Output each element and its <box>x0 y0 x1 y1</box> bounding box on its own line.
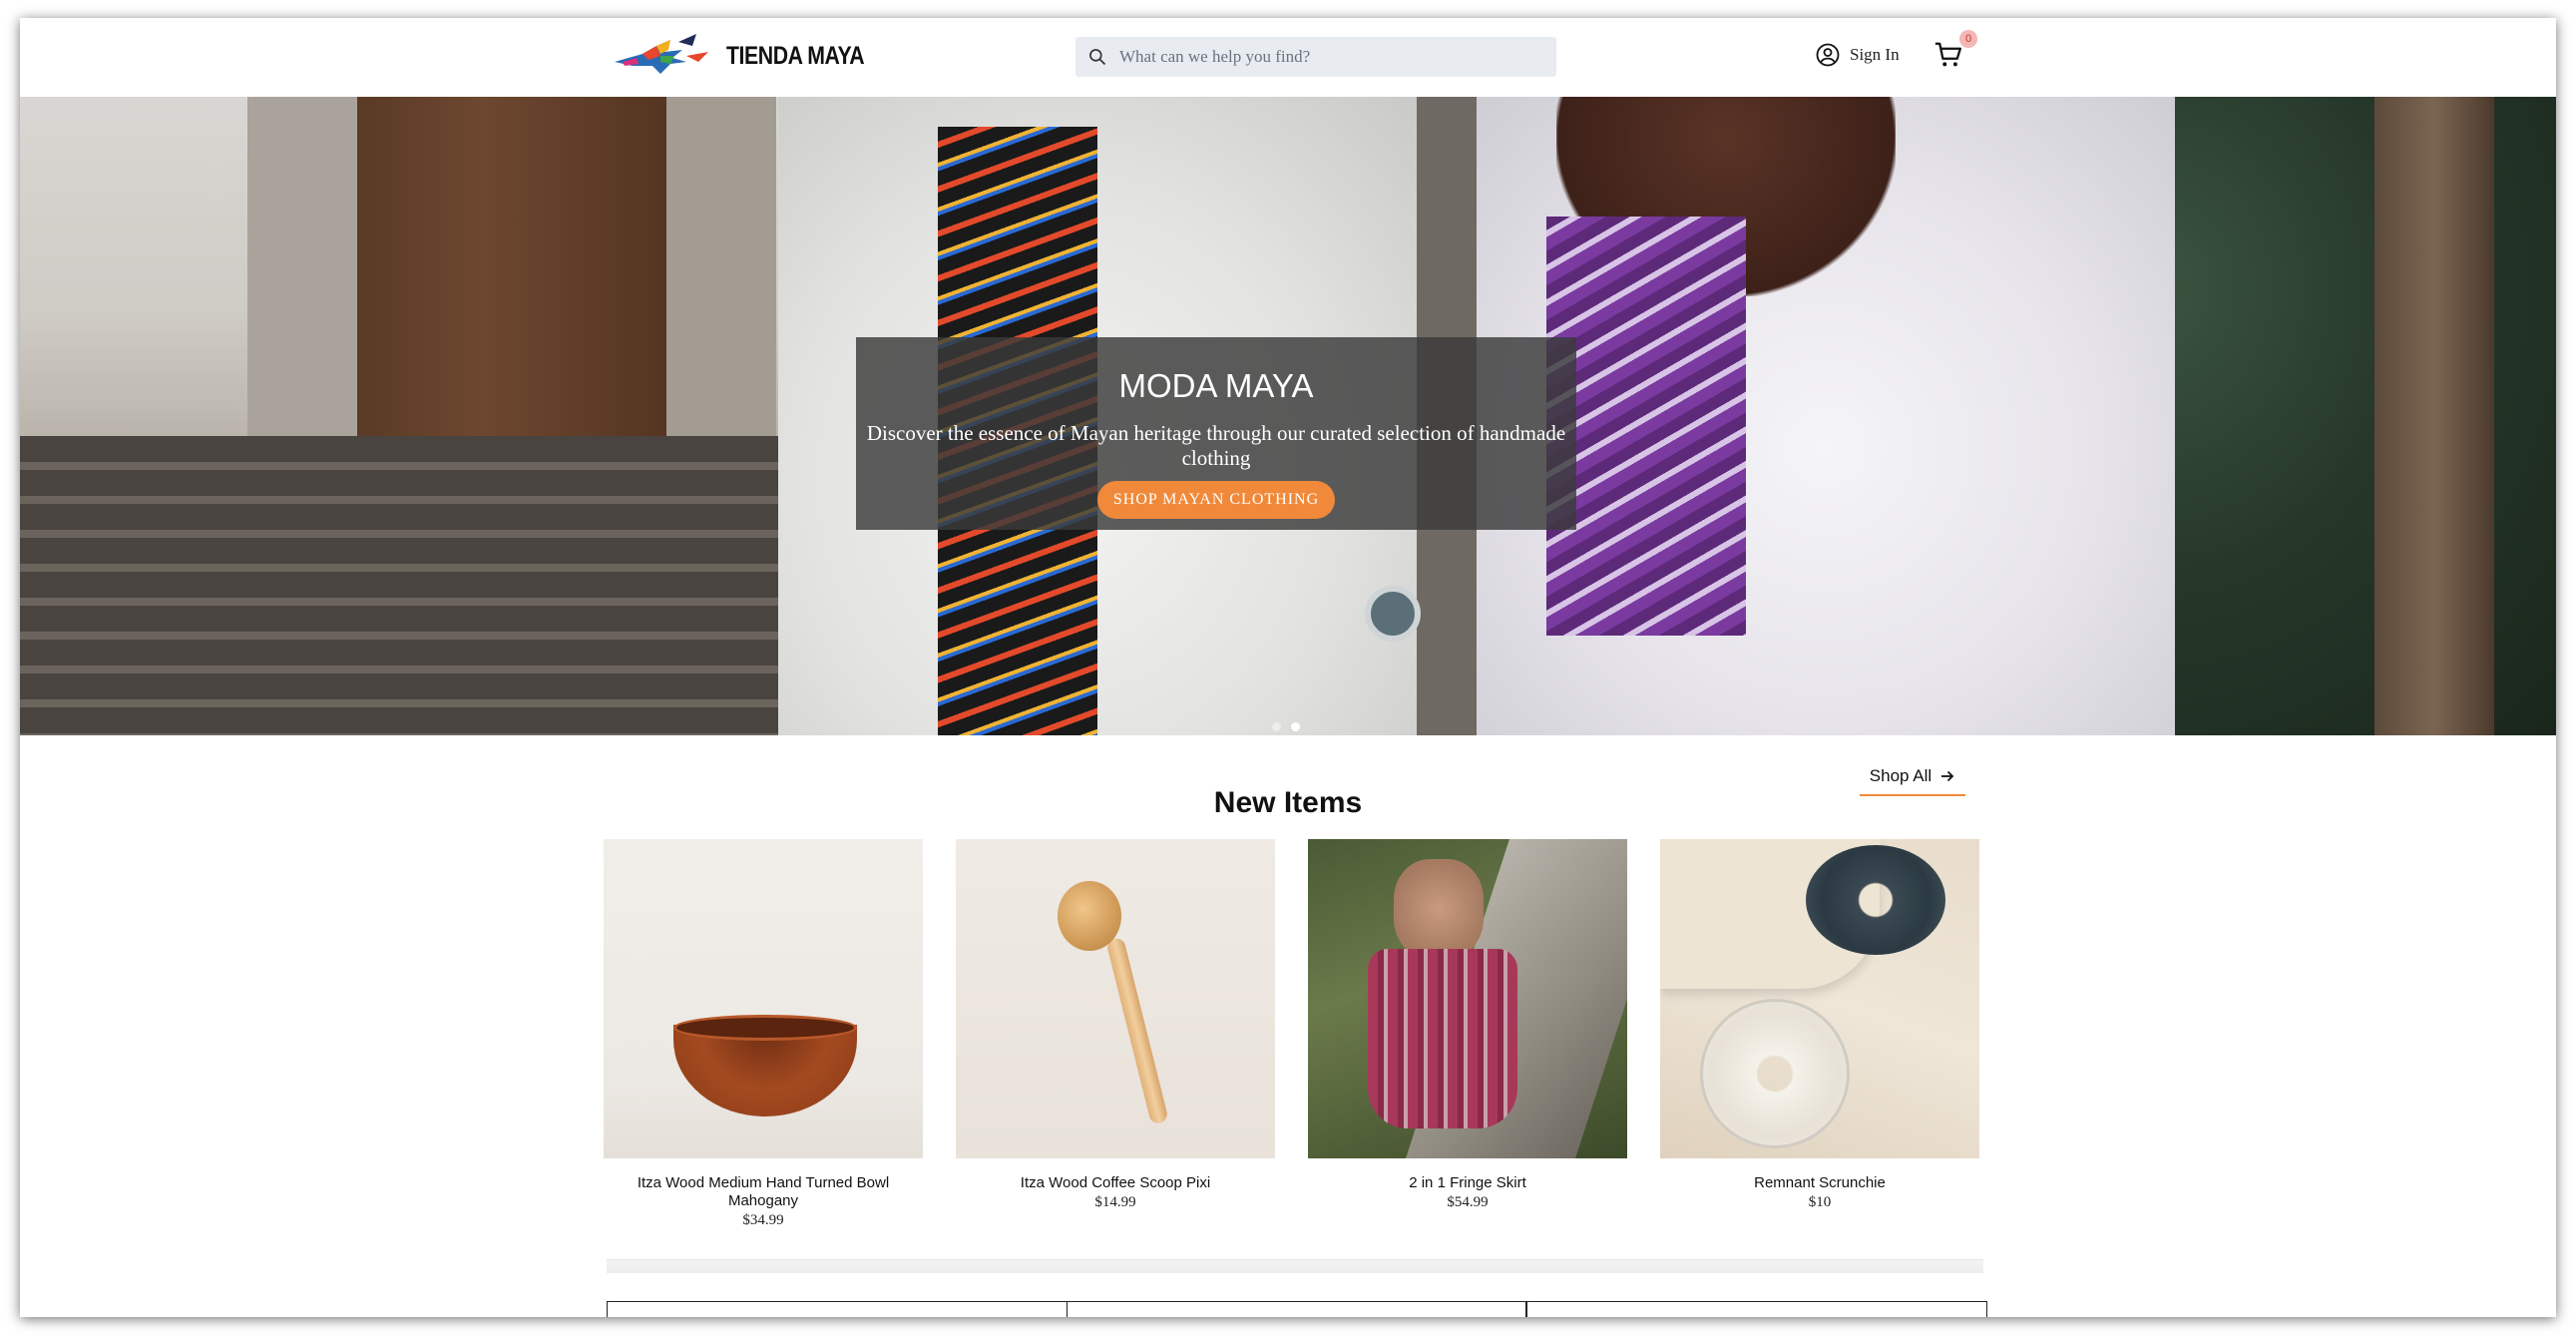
category-tiles <box>607 1301 1987 1317</box>
quetzal-bird-icon <box>615 34 708 74</box>
sign-in-link[interactable]: Sign In <box>1816 43 1900 67</box>
product-card[interactable]: Itza Wood Coffee Scoop Pixi $14.99 <box>956 839 1275 1211</box>
new-items-heading: New Items <box>1213 786 1363 819</box>
browser-frame: TIENDA MAYA Sign In 0 <box>20 18 2556 1317</box>
product-price: $54.99 <box>1447 1194 1489 1210</box>
product-name[interactable]: 2 in 1 Fringe Skirt <box>1308 1174 1627 1192</box>
product-price: $34.99 <box>742 1212 784 1228</box>
section-divider <box>607 1259 1983 1273</box>
product-image[interactable] <box>1308 839 1627 1158</box>
product-card[interactable]: 2 in 1 Fringe Skirt $54.99 <box>1308 839 1627 1211</box>
product-card[interactable]: Itza Wood Medium Hand Turned Bowl Mahoga… <box>604 839 923 1229</box>
hero-overlay: MODA MAYA Discover the essence of Mayan … <box>856 337 1576 530</box>
carousel-dot-1[interactable] <box>1272 722 1281 731</box>
arrow-right-icon <box>1941 770 1954 782</box>
product-price: $14.99 <box>1094 1194 1136 1210</box>
cart-count-badge: 0 <box>1959 30 1977 48</box>
product-price: $10 <box>1808 1194 1832 1210</box>
carousel-dot-2[interactable] <box>1291 722 1300 731</box>
category-tile[interactable] <box>607 1301 1069 1317</box>
shop-mayan-clothing-button[interactable]: SHOP MAYAN CLOTHING <box>1096 481 1336 519</box>
hero-subtitle: Discover the essence of Mayan heritage t… <box>866 421 1566 470</box>
category-tile[interactable] <box>1525 1301 1987 1317</box>
brand-name: TIENDA MAYA <box>726 41 865 70</box>
hero-title: MODA MAYA <box>1118 367 1314 404</box>
product-name[interactable]: Itza Wood Coffee Scoop Pixi <box>956 1174 1275 1192</box>
product-image[interactable] <box>1660 839 1979 1158</box>
user-circle-icon <box>1816 43 1840 67</box>
product-card[interactable]: Remnant Scrunchie $10 <box>1660 839 1979 1211</box>
shopping-cart-icon <box>1934 42 1961 67</box>
carousel-dots <box>1272 722 1300 731</box>
product-image[interactable] <box>604 839 923 1158</box>
search-bar <box>1075 37 1556 77</box>
shop-all-label: Shop All <box>1869 766 1932 785</box>
hero-banner: MODA MAYA Discover the essence of Mayan … <box>20 97 2556 735</box>
search-icon[interactable] <box>1087 47 1107 67</box>
site-header: TIENDA MAYA Sign In 0 <box>20 18 2556 97</box>
product-name[interactable]: Remnant Scrunchie <box>1660 1174 1979 1192</box>
cart-button[interactable]: 0 <box>1933 30 1977 74</box>
sign-in-label: Sign In <box>1850 45 1900 64</box>
search-input[interactable] <box>1119 37 1556 77</box>
product-image[interactable] <box>956 839 1275 1158</box>
category-tile[interactable] <box>1066 1301 1527 1317</box>
product-name[interactable]: Itza Wood Medium Hand Turned Bowl Mahoga… <box>604 1174 923 1210</box>
brand-logo[interactable]: TIENDA MAYA <box>613 32 889 80</box>
